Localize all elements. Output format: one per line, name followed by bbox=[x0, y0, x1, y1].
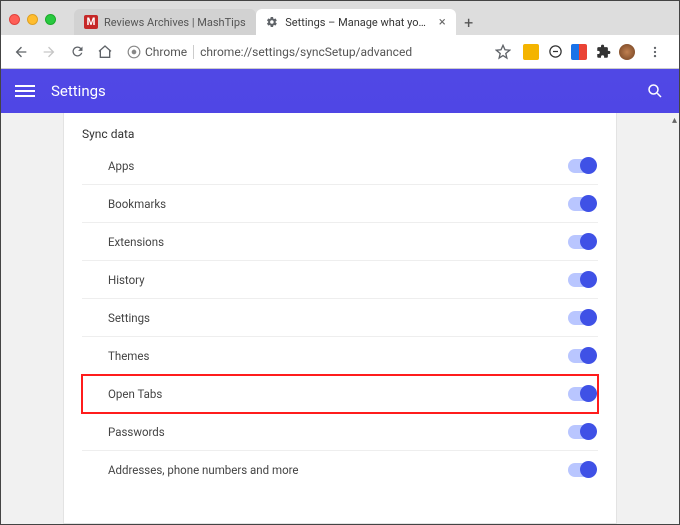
row-label: Settings bbox=[108, 311, 150, 325]
maximize-window-button[interactable] bbox=[45, 14, 56, 25]
home-button[interactable] bbox=[93, 40, 117, 64]
row-label: Bookmarks bbox=[108, 197, 166, 211]
gear-icon bbox=[266, 15, 280, 29]
toggle-switch[interactable] bbox=[568, 387, 596, 401]
toggle-switch[interactable] bbox=[568, 311, 596, 325]
toggle-switch[interactable] bbox=[568, 197, 596, 211]
close-tab-icon[interactable]: × bbox=[439, 15, 446, 30]
sync-row-history: History bbox=[82, 261, 598, 299]
divider bbox=[193, 45, 194, 59]
back-button[interactable] bbox=[9, 40, 33, 64]
row-label: Extensions bbox=[108, 235, 164, 249]
extensions-puzzle-icon[interactable] bbox=[595, 44, 611, 60]
sync-row-passwords: Passwords bbox=[82, 413, 598, 451]
toggle-switch[interactable] bbox=[568, 273, 596, 287]
row-label: Apps bbox=[108, 159, 134, 173]
kebab-menu-icon[interactable] bbox=[643, 40, 667, 64]
extension-icon-3[interactable] bbox=[571, 44, 587, 60]
window-controls bbox=[9, 14, 56, 25]
sync-row-apps: Apps bbox=[82, 147, 598, 185]
minimize-window-button[interactable] bbox=[27, 14, 38, 25]
toggle-switch[interactable] bbox=[568, 235, 596, 249]
close-window-button[interactable] bbox=[9, 14, 20, 25]
chrome-label: Chrome bbox=[145, 45, 187, 59]
sync-options-list: Apps Bookmarks Extensions History Settings Th… bbox=[82, 147, 598, 489]
search-icon[interactable] bbox=[645, 81, 665, 101]
toggle-switch[interactable] bbox=[568, 425, 596, 439]
toggle-switch[interactable] bbox=[568, 159, 596, 173]
row-label: Open Tabs bbox=[108, 387, 162, 401]
settings-header: Settings bbox=[1, 69, 679, 113]
browser-window: M Reviews Archives | MashTips Settings –… bbox=[0, 0, 680, 525]
extension-icon-1[interactable] bbox=[523, 44, 539, 60]
menu-icon[interactable] bbox=[15, 85, 35, 97]
tab-title: Settings – Manage what you s bbox=[285, 16, 428, 29]
forward-button[interactable] bbox=[37, 40, 61, 64]
address-bar[interactable]: Chrome chrome://settings/syncSetup/advan… bbox=[121, 40, 487, 64]
tab-strip: M Reviews Archives | MashTips Settings –… bbox=[74, 1, 482, 35]
toolbar: Chrome chrome://settings/syncSetup/advan… bbox=[1, 35, 679, 69]
row-label: Passwords bbox=[108, 425, 165, 439]
sync-row-settings: Settings bbox=[82, 299, 598, 337]
extension-icon-2[interactable] bbox=[547, 44, 563, 60]
site-info-icon[interactable]: Chrome bbox=[127, 45, 187, 59]
sync-row-open-tabs: Open Tabs bbox=[82, 375, 598, 413]
settings-app-title: Settings bbox=[51, 82, 645, 100]
favicon: M bbox=[84, 15, 98, 29]
toolbar-right bbox=[491, 40, 671, 64]
tab-title: Reviews Archives | MashTips bbox=[104, 16, 246, 29]
sync-card: Sync data Apps Bookmarks Extensions History… bbox=[63, 113, 617, 524]
sync-row-extensions: Extensions bbox=[82, 223, 598, 261]
toggle-switch[interactable] bbox=[568, 463, 596, 477]
bookmark-star-icon[interactable] bbox=[491, 40, 515, 64]
profile-avatar[interactable] bbox=[619, 44, 635, 60]
row-label: History bbox=[108, 273, 145, 287]
row-label: Themes bbox=[108, 349, 149, 363]
tab-0[interactable]: M Reviews Archives | MashTips bbox=[74, 9, 256, 35]
tab-1[interactable]: Settings – Manage what you s × bbox=[256, 9, 456, 35]
section-title: Sync data bbox=[82, 123, 598, 147]
settings-content: ▴ Sync data Apps Bookmarks Extensions Histo… bbox=[1, 113, 679, 524]
titlebar: M Reviews Archives | MashTips Settings –… bbox=[1, 1, 679, 35]
reload-button[interactable] bbox=[65, 40, 89, 64]
url-text: chrome://settings/syncSetup/advanced bbox=[200, 45, 412, 59]
toggle-switch[interactable] bbox=[568, 349, 596, 363]
new-tab-button[interactable]: + bbox=[456, 9, 482, 35]
sync-row-addresses-phone-numbers-and-more: Addresses, phone numbers and more bbox=[82, 451, 598, 489]
row-label: Addresses, phone numbers and more bbox=[108, 463, 299, 477]
sync-row-bookmarks: Bookmarks bbox=[82, 185, 598, 223]
sync-row-themes: Themes bbox=[82, 337, 598, 375]
scroll-up-icon[interactable]: ▴ bbox=[672, 115, 677, 126]
